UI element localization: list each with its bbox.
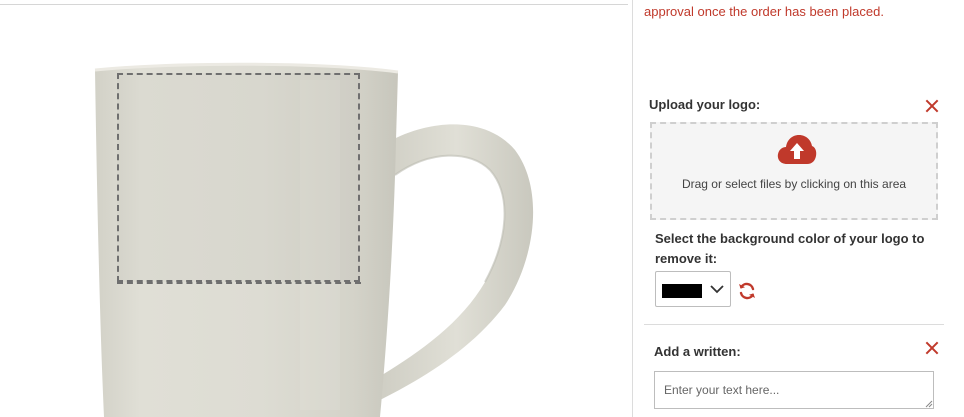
print-area-guide[interactable]: [117, 73, 360, 282]
product-customizer: approval once the order has been placed.…: [0, 0, 964, 417]
product-preview: [0, 0, 632, 417]
selected-color-swatch: [662, 284, 702, 298]
close-icon[interactable]: [925, 99, 939, 113]
resize-handle-icon[interactable]: [925, 400, 933, 408]
customization-panel: approval once the order has been placed.…: [633, 0, 964, 417]
cloud-upload-icon: [777, 135, 817, 164]
background-color-label: Select the background color of your logo…: [655, 231, 925, 266]
upload-logo-label: Upload your logo:: [649, 97, 761, 112]
section-divider: [644, 324, 944, 325]
approval-notice: approval once the order has been placed.: [644, 4, 884, 19]
background-color-select[interactable]: [655, 271, 731, 307]
logo-dropzone[interactable]: Drag or select files by clicking on this…: [650, 122, 938, 220]
print-area-bottom-guide: [117, 282, 361, 284]
refresh-icon[interactable]: [737, 281, 757, 301]
written-text-label: Add a written:: [654, 344, 741, 359]
chevron-down-icon: [710, 285, 724, 294]
close-icon[interactable]: [925, 341, 939, 355]
dropzone-text: Drag or select files by clicking on this…: [681, 177, 907, 191]
written-text-input[interactable]: [654, 371, 934, 409]
